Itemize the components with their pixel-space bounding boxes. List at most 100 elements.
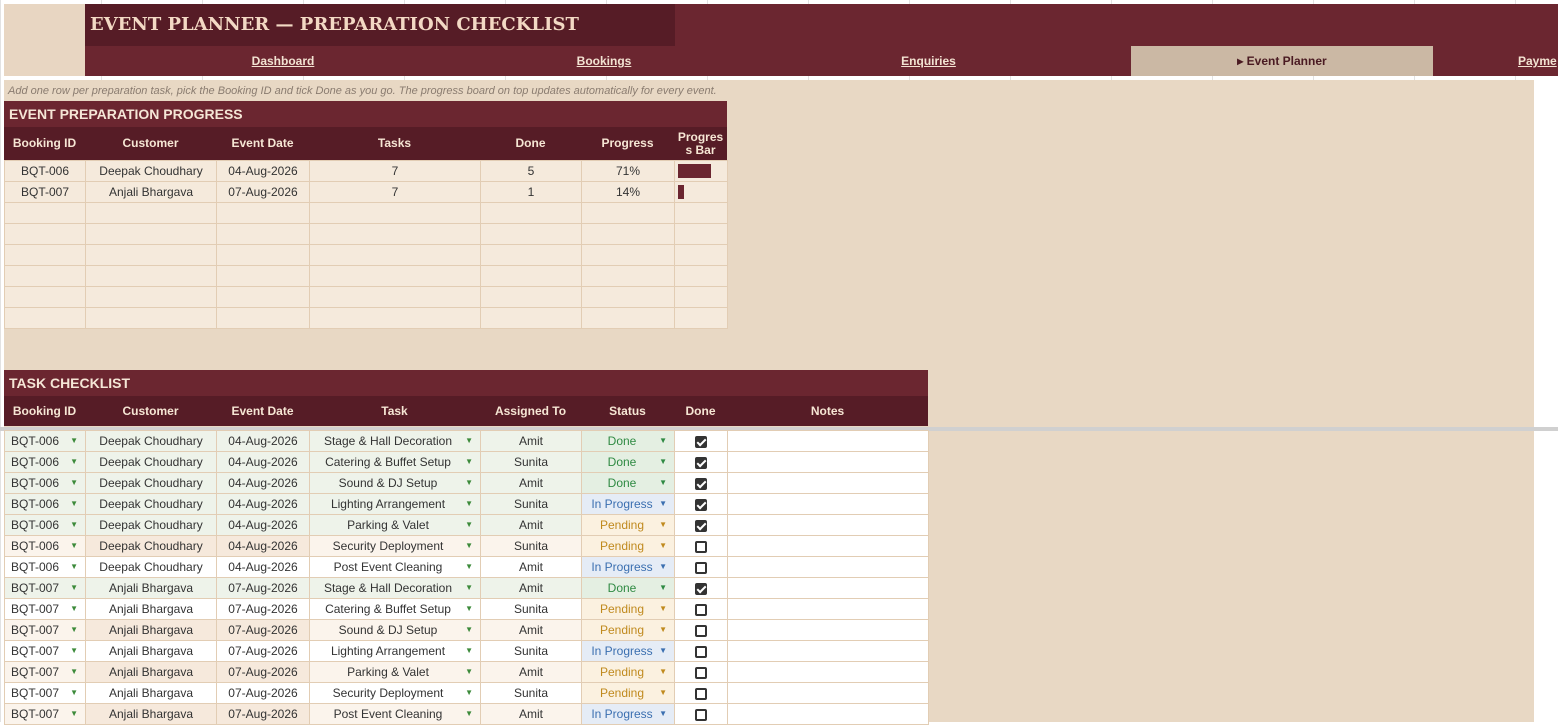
progress-cell-progress[interactable] [581,244,675,266]
chevron-down-icon[interactable]: ▼ [659,688,667,697]
progress-cell-date[interactable] [216,223,310,245]
progress-cell-id[interactable] [4,244,86,266]
chevron-down-icon[interactable]: ▼ [465,646,473,655]
task-select[interactable]: Parking & Valet ▼ [309,661,481,683]
nav-event-planner[interactable]: ▸ Event Planner [1131,46,1433,76]
chevron-down-icon[interactable]: ▼ [659,436,667,445]
notes-cell[interactable] [727,535,929,557]
chevron-down-icon[interactable]: ▼ [465,520,473,529]
task-select[interactable]: Lighting Arrangement ▼ [309,640,481,662]
progress-bar-cell[interactable] [674,265,728,287]
progress-cell-done[interactable] [480,265,582,287]
done-checkbox-cell[interactable] [674,514,728,536]
progress-cell-progress[interactable] [581,223,675,245]
checkbox-unchecked-icon[interactable] [695,561,707,574]
status-select[interactable]: Pending ▼ [581,682,675,704]
done-checkbox-cell[interactable] [674,640,728,662]
chevron-down-icon[interactable]: ▼ [70,478,78,487]
progress-cell-progress[interactable]: 71% [581,160,675,182]
checkbox-checked-icon[interactable] [695,519,707,532]
notes-cell[interactable] [727,430,929,452]
nav-bookings[interactable]: Bookings [481,46,727,76]
done-checkbox-cell[interactable] [674,598,728,620]
progress-cell-progress[interactable] [581,265,675,287]
progress-cell-tasks[interactable] [309,223,481,245]
nav-payments[interactable]: Payme [1518,46,1558,76]
progress-cell-tasks[interactable]: 7 [309,160,481,182]
checkbox-unchecked-icon[interactable] [695,540,707,553]
status-select[interactable]: Pending ▼ [581,514,675,536]
progress-bar-cell[interactable] [674,202,728,224]
progress-cell-progress[interactable] [581,307,675,329]
done-checkbox-cell[interactable] [674,556,728,578]
progress-bar-cell[interactable] [674,286,728,308]
task-select[interactable]: Stage & Hall Decoration ▼ [309,577,481,599]
chevron-down-icon[interactable]: ▼ [659,457,667,466]
progress-cell-id[interactable] [4,307,86,329]
task-select[interactable]: Post Event Cleaning ▼ [309,556,481,578]
chevron-down-icon[interactable]: ▼ [465,604,473,613]
progress-cell-done[interactable] [480,286,582,308]
chevron-down-icon[interactable]: ▼ [465,436,473,445]
notes-cell[interactable] [727,514,929,536]
progress-cell-customer[interactable] [85,265,217,287]
nav-dashboard[interactable]: Dashboard [85,46,481,76]
progress-cell-done[interactable] [480,202,582,224]
status-select[interactable]: Pending ▼ [581,598,675,620]
chevron-down-icon[interactable]: ▼ [659,541,667,550]
progress-cell-customer[interactable]: Anjali Bhargava [85,181,217,203]
booking-id-select[interactable]: BQT-007 ▼ [4,703,86,725]
progress-cell-customer[interactable] [85,286,217,308]
notes-cell[interactable] [727,661,929,683]
notes-cell[interactable] [727,556,929,578]
task-select[interactable]: Parking & Valet ▼ [309,514,481,536]
task-select[interactable]: Catering & Buffet Setup ▼ [309,451,481,473]
status-select[interactable]: In Progress ▼ [581,493,675,515]
chevron-down-icon[interactable]: ▼ [659,499,667,508]
done-checkbox-cell[interactable] [674,661,728,683]
done-checkbox-cell[interactable] [674,472,728,494]
chevron-down-icon[interactable]: ▼ [659,478,667,487]
progress-cell-date[interactable] [216,307,310,329]
chevron-down-icon[interactable]: ▼ [70,436,78,445]
assigned-cell[interactable]: Amit [480,472,582,494]
chevron-down-icon[interactable]: ▼ [465,583,473,592]
progress-cell-date[interactable]: 07-Aug-2026 [216,181,310,203]
progress-cell-date[interactable] [216,286,310,308]
checkbox-unchecked-icon[interactable] [695,687,707,700]
notes-cell[interactable] [727,640,929,662]
assigned-cell[interactable]: Amit [480,430,582,452]
assigned-cell[interactable]: Sunita [480,598,582,620]
checkbox-checked-icon[interactable] [695,456,707,469]
status-select[interactable]: In Progress ▼ [581,556,675,578]
progress-cell-id[interactable] [4,202,86,224]
task-select[interactable]: Stage & Hall Decoration ▼ [309,430,481,452]
chevron-down-icon[interactable]: ▼ [465,478,473,487]
task-select[interactable]: Sound & DJ Setup ▼ [309,472,481,494]
chevron-down-icon[interactable]: ▼ [659,562,667,571]
status-select[interactable]: Done ▼ [581,451,675,473]
checkbox-unchecked-icon[interactable] [695,645,707,658]
booking-id-select[interactable]: BQT-006 ▼ [4,451,86,473]
done-checkbox-cell[interactable] [674,451,728,473]
chevron-down-icon[interactable]: ▼ [70,625,78,634]
progress-cell-done[interactable] [480,223,582,245]
progress-cell-done[interactable]: 1 [480,181,582,203]
booking-id-select[interactable]: BQT-006 ▼ [4,556,86,578]
booking-id-select[interactable]: BQT-007 ▼ [4,598,86,620]
progress-cell-customer[interactable]: Deepak Choudhary [85,160,217,182]
progress-cell-tasks[interactable] [309,202,481,224]
progress-cell-done[interactable] [480,244,582,266]
progress-cell-date[interactable] [216,244,310,266]
done-checkbox-cell[interactable] [674,493,728,515]
progress-cell-id[interactable]: BQT-007 [4,181,86,203]
status-select[interactable]: Pending ▼ [581,619,675,641]
chevron-down-icon[interactable]: ▼ [465,709,473,718]
done-checkbox-cell[interactable] [674,682,728,704]
notes-cell[interactable] [727,598,929,620]
nav-enquiries[interactable]: Enquiries [727,46,1130,76]
done-checkbox-cell[interactable] [674,430,728,452]
booking-id-select[interactable]: BQT-007 ▼ [4,619,86,641]
progress-cell-customer[interactable] [85,244,217,266]
chevron-down-icon[interactable]: ▼ [465,688,473,697]
